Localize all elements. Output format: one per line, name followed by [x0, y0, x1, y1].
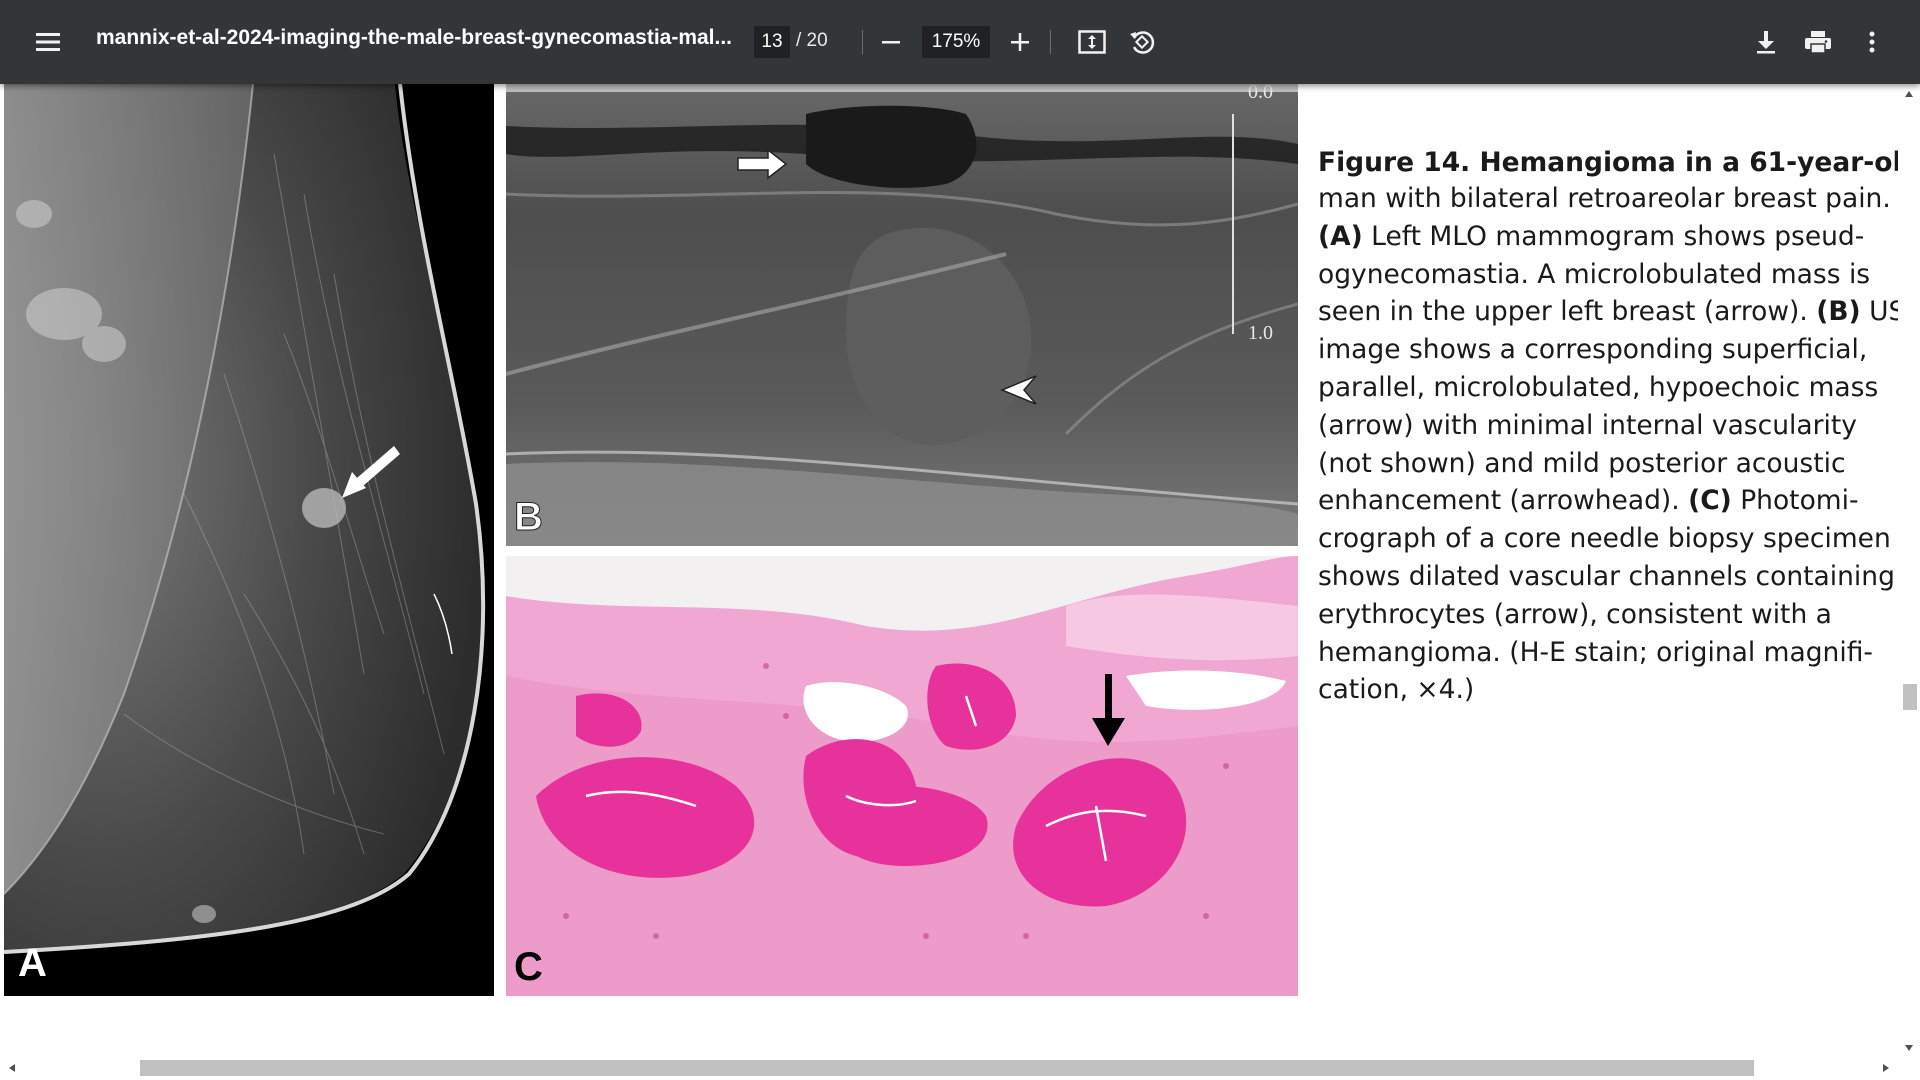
figure-caption: Figure 14. Hemangioma in a 61-year-old m…	[1318, 147, 1920, 709]
figure-panel-a-mammogram: A	[4, 84, 494, 996]
page-number-input[interactable]: 13	[754, 26, 790, 58]
toolbar-divider	[1050, 30, 1051, 54]
vertical-scrollbar[interactable]	[1898, 84, 1920, 1058]
scroll-down-arrow-icon[interactable]	[1901, 1040, 1917, 1056]
scroll-up-arrow-icon[interactable]	[1901, 86, 1917, 102]
caption-line: cation, ×4.)	[1318, 674, 1475, 706]
caption-line: crograph of a core needle biopsy specime…	[1318, 523, 1891, 555]
minus-icon[interactable]	[877, 28, 905, 56]
caption-line: shows dilated vascular channels containi…	[1318, 560, 1895, 592]
document-title: mannix-et-al-2024-imaging-the-male-breas…	[96, 26, 733, 49]
page-total: / 20	[796, 30, 828, 51]
figure-panel-b-ultrasound: 0.0 1.0 B	[506, 84, 1298, 546]
horizontal-scrollbar[interactable]	[0, 1056, 1920, 1080]
us-scale-label-0: 0.0	[1248, 84, 1273, 103]
toolbar-divider	[862, 30, 863, 54]
zoom-level-input[interactable]: 175%	[922, 26, 990, 58]
vertical-scrollbar-thumb[interactable]	[1903, 684, 1917, 710]
caption-line: (A) Left MLO mammogram shows pseud-	[1318, 220, 1865, 252]
caption-line: seen in the upper left breast (arrow). (…	[1318, 296, 1906, 328]
scroll-left-arrow-icon[interactable]	[4, 1060, 20, 1076]
caption-line: enhancement (arrowhead). (C) Photomi-	[1318, 485, 1859, 517]
download-icon[interactable]	[1750, 26, 1782, 58]
panel-letter-a: A	[18, 941, 47, 985]
caption-line: parallel, microlobulated, hypoechoic mas…	[1318, 371, 1879, 403]
plus-icon[interactable]	[1006, 28, 1034, 56]
more-vert-icon[interactable]	[1856, 26, 1888, 58]
caption-line: man with bilateral retroareolar breast p…	[1318, 183, 1891, 214]
print-icon[interactable]	[1802, 26, 1834, 58]
caption-line: image shows a corresponding superficial,	[1318, 334, 1868, 366]
caption-line: ogynecomastia. A microlobulated mass is	[1318, 258, 1871, 290]
panel-letter-b: B	[514, 495, 544, 540]
caption-line: erythrocytes (arrow), consistent with a	[1318, 598, 1832, 630]
pdf-toolbar: mannix-et-al-2024-imaging-the-male-breas…	[0, 0, 1920, 84]
horizontal-scrollbar-thumb[interactable]	[140, 1060, 1754, 1076]
caption-line: hemangioma. (H-E stain; original magnifi…	[1318, 636, 1873, 668]
rotate-icon[interactable]	[1126, 26, 1158, 58]
scroll-right-arrow-icon[interactable]	[1878, 1060, 1894, 1076]
caption-panel-label-c: (C)	[1688, 485, 1732, 517]
caption-panel-label-a: (A)	[1318, 220, 1363, 252]
caption-line: (not shown) and mild posterior acoustic	[1318, 447, 1846, 479]
hamburger-menu-icon[interactable]	[28, 22, 68, 62]
us-scale-label-1: 1.0	[1248, 322, 1273, 344]
panel-letter-c: C	[514, 945, 543, 989]
pdf-viewer[interactable]: A 0.0 1.0 B C Figure 14. Hemangioma in a…	[0, 84, 1920, 1080]
caption-line: (arrow) with minimal internal vascularit…	[1318, 409, 1857, 441]
caption-panel-label-b: (B)	[1816, 296, 1861, 328]
fit-to-page-icon[interactable]	[1076, 26, 1108, 58]
figure-panel-c-histology: C	[506, 556, 1298, 996]
figure-caption-heading-cut: Figure 14. Hemangioma in a 61-year-old	[1318, 147, 1920, 178]
